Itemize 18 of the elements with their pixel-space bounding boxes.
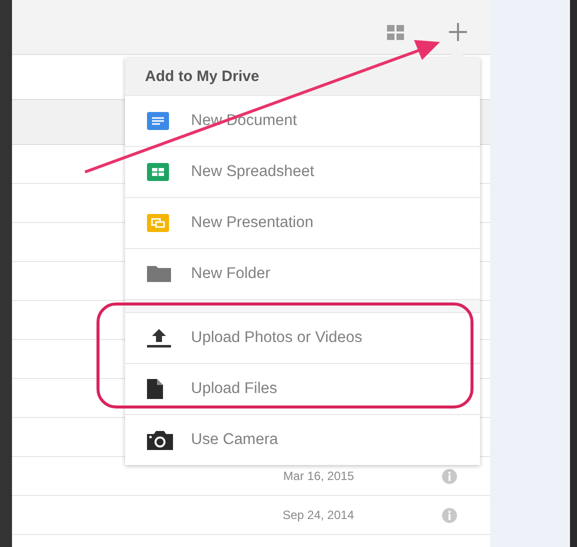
folder-icon — [147, 266, 171, 282]
menu-item[interactable]: New Spreadsheet — [125, 146, 480, 197]
upload-icon — [147, 328, 171, 348]
info-icon[interactable] — [442, 468, 457, 484]
spreadsheet-icon — [147, 163, 169, 181]
camera-icon — [147, 430, 173, 450]
presentation-icon — [147, 214, 169, 232]
menu-item[interactable]: Upload Photos or Videos — [125, 312, 480, 363]
grid-view-icon[interactable] — [387, 24, 404, 40]
menu-item[interactable]: Upload Files — [125, 363, 480, 414]
menu-item[interactable]: New Presentation — [125, 197, 480, 248]
add-icon[interactable] — [449, 23, 467, 41]
info-icon[interactable] — [442, 508, 457, 522]
file-date: Sep 24, 2014 — [282, 508, 354, 522]
file-icon — [147, 379, 163, 399]
menu-item[interactable]: Use Camera — [125, 414, 480, 465]
file-date: Mar 16, 2015 — [283, 469, 354, 483]
document-icon — [147, 112, 169, 130]
